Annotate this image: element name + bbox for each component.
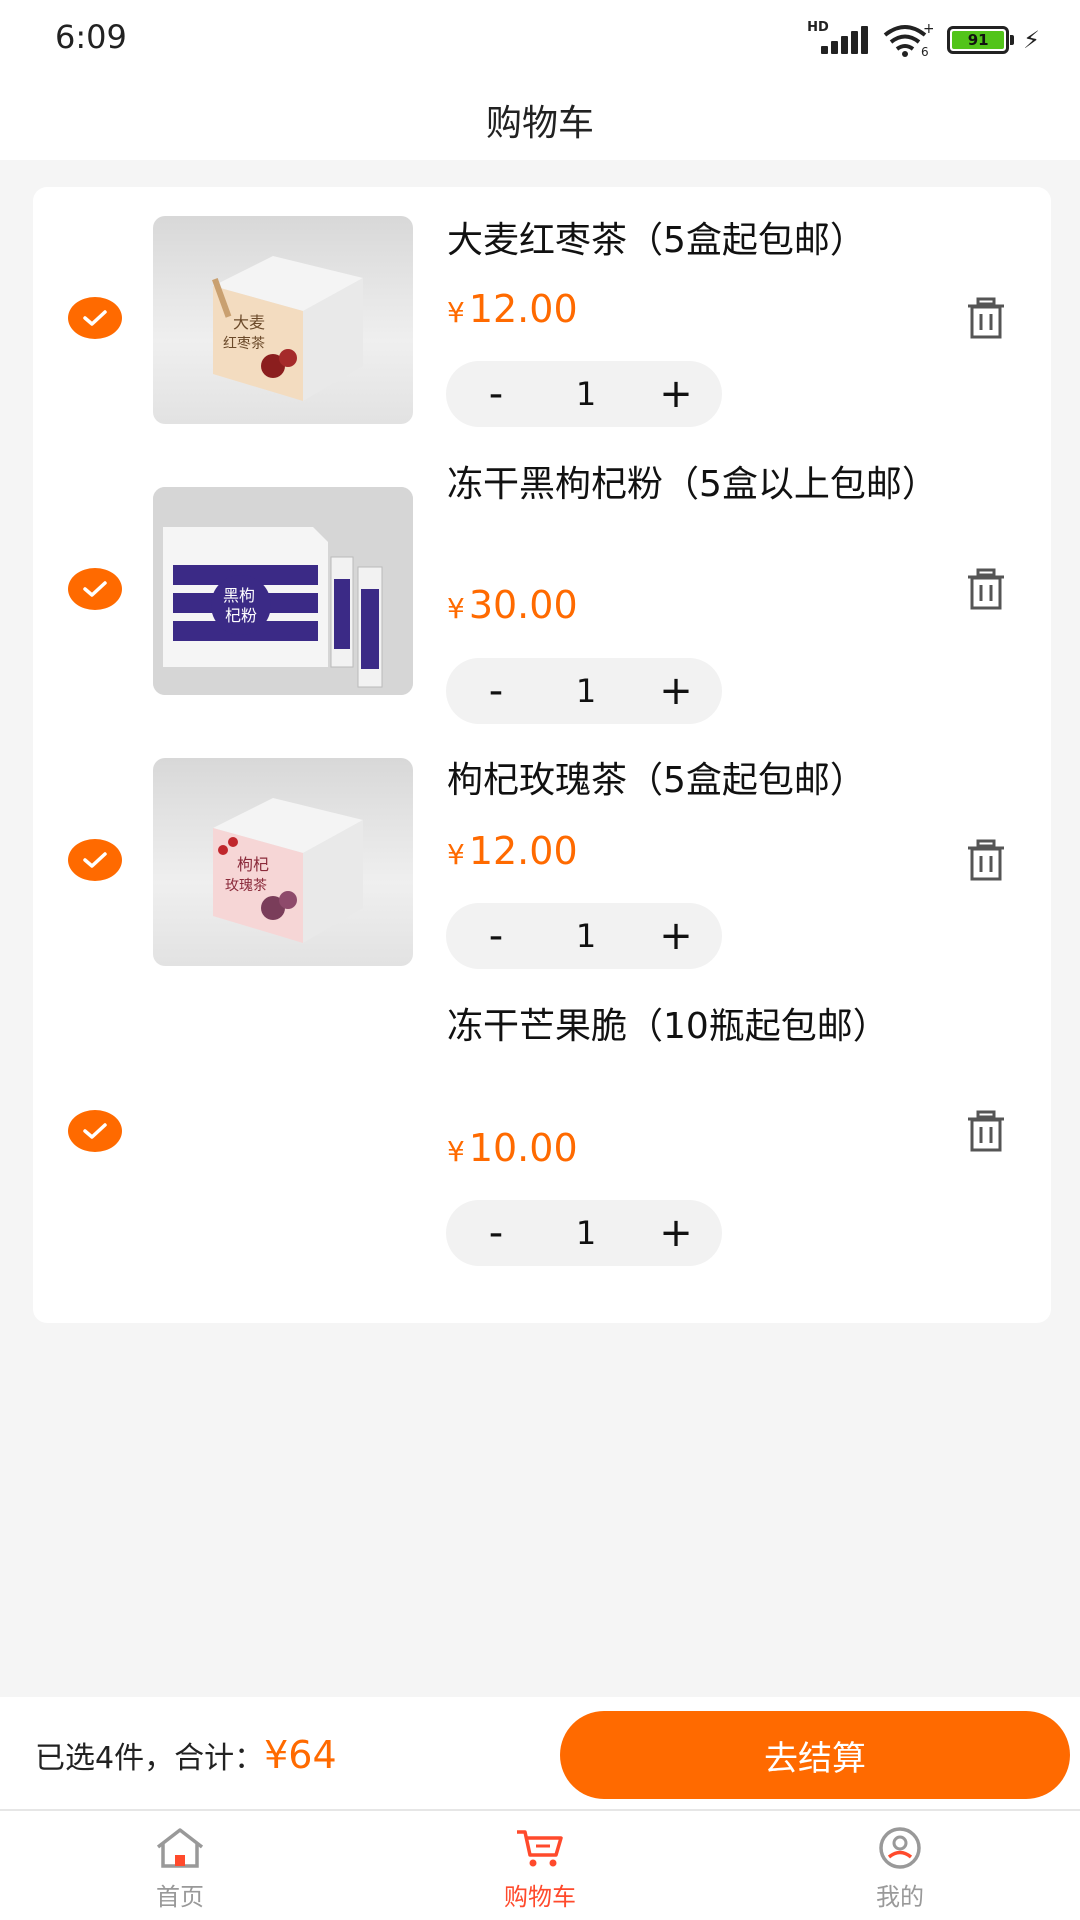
product-price: ¥30.00 (447, 583, 578, 627)
product-price: ¥12.00 (447, 287, 578, 331)
tab-home[interactable]: 首页 (80, 1811, 280, 1920)
summary-label: 已选4件，合计： (35, 1741, 265, 1776)
svg-text:杞粉: 杞粉 (225, 606, 257, 625)
quantity-value: 1 (575, 917, 597, 955)
product-name: 枸杞玫瑰茶（5盒起包邮） (447, 760, 866, 801)
total-amount: ¥64 (264, 1733, 337, 1777)
delete-icon[interactable] (965, 1110, 1007, 1152)
increase-button[interactable]: + (656, 913, 696, 959)
quantity-stepper: - 1 + (446, 658, 722, 724)
check-icon (83, 581, 107, 597)
product-price: ¥10.00 (447, 1126, 578, 1170)
order-summary: 已选4件，合计：¥64 (35, 1733, 337, 1777)
wifi-icon: 6 + (883, 23, 933, 57)
cart-list: 大麦 红枣茶 大麦红枣茶（5盒起包邮） ¥12.00 - 1 + 黑枸 杞粉 冻… (33, 187, 1051, 1323)
tab-profile[interactable]: 我的 (800, 1811, 1000, 1920)
home-icon (156, 1828, 204, 1868)
decrease-button[interactable]: - (476, 913, 516, 959)
increase-button[interactable]: + (656, 1210, 696, 1256)
product-image[interactable]: 黑枸 杞粉 (153, 487, 413, 695)
battery-icon: 91 (947, 26, 1015, 54)
svg-text:6: 6 (921, 45, 929, 57)
tab-label: 首页 (156, 1883, 204, 1911)
item-checkbox[interactable] (68, 839, 122, 881)
decrease-button[interactable]: - (476, 371, 516, 417)
check-icon (83, 310, 107, 326)
item-checkbox[interactable] (68, 1110, 122, 1152)
svg-text:玫瑰茶: 玫瑰茶 (225, 878, 267, 894)
product-image[interactable]: 枸杞 玫瑰茶 (153, 758, 413, 966)
tab-label: 购物车 (504, 1883, 576, 1911)
check-icon (83, 1123, 107, 1139)
signal-icon: HD (807, 20, 869, 56)
quantity-value: 1 (575, 672, 597, 710)
svg-text:大麦: 大麦 (233, 313, 265, 332)
page-title: 购物车 (485, 103, 594, 144)
svg-text:+: + (923, 23, 933, 37)
product-price: ¥12.00 (447, 829, 578, 873)
user-icon (879, 1827, 921, 1869)
battery-level: 91 (952, 31, 1005, 49)
check-icon (83, 852, 107, 868)
delete-icon[interactable] (965, 568, 1007, 610)
product-image[interactable]: 大麦 红枣茶 (153, 216, 413, 424)
status-time: 6:09 (55, 18, 127, 56)
checkout-bar: 已选4件，合计：¥64 去结算 (0, 1697, 1080, 1809)
delete-icon[interactable] (965, 839, 1007, 881)
tab-label: 我的 (876, 1883, 924, 1911)
svg-text:枸杞: 枸杞 (237, 855, 269, 874)
quantity-stepper: - 1 + (446, 903, 722, 969)
status-bar: 6:09 HD 6 + 91 ⚡ (0, 0, 1080, 80)
increase-button[interactable]: + (656, 668, 696, 714)
header: 购物车 (0, 80, 1080, 160)
svg-text:红枣茶: 红枣茶 (223, 336, 265, 352)
checkout-button[interactable]: 去结算 (560, 1711, 1070, 1799)
item-checkbox[interactable] (68, 568, 122, 610)
quantity-value: 1 (575, 1214, 597, 1252)
product-name: 大麦红枣茶（5盒起包邮） (447, 220, 866, 261)
charging-icon: ⚡ (1023, 26, 1040, 54)
quantity-value: 1 (575, 375, 597, 413)
tab-bar: 首页 购物车 我的 (0, 1809, 1080, 1920)
item-checkbox[interactable] (68, 297, 122, 339)
tab-cart[interactable]: 购物车 (440, 1811, 640, 1920)
status-icons: HD 6 + 91 ⚡ (807, 20, 1040, 58)
delete-icon[interactable] (965, 297, 1007, 339)
quantity-stepper: - 1 + (446, 1200, 722, 1266)
increase-button[interactable]: + (656, 371, 696, 417)
decrease-button[interactable]: - (476, 1210, 516, 1256)
product-name: 冻干芒果脆（10瓶起包邮） (447, 1006, 889, 1047)
decrease-button[interactable]: - (476, 668, 516, 714)
quantity-stepper: - 1 + (446, 361, 722, 427)
product-name: 冻干黑枸杞粉（5盒以上包邮） (447, 464, 938, 505)
cart-icon (517, 1830, 563, 1867)
svg-text:黑枸: 黑枸 (223, 586, 255, 605)
